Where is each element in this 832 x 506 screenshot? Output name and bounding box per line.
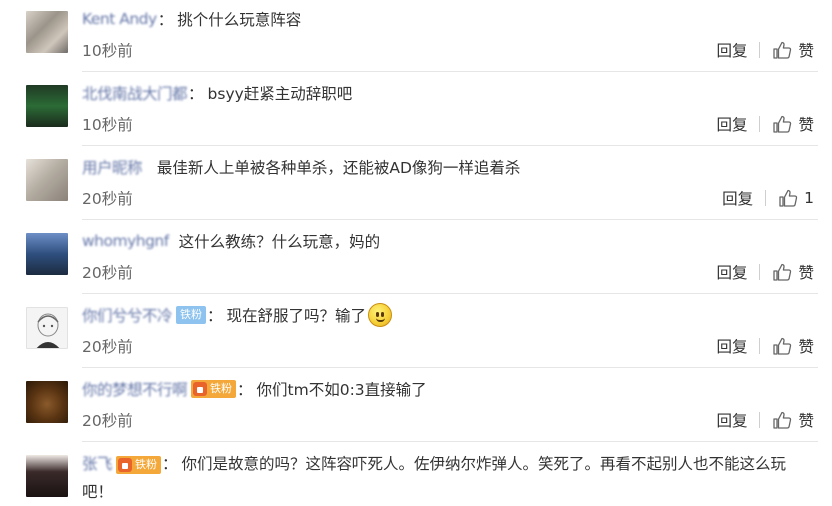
comment-text: 现在舒服了吗？输了 xyxy=(226,307,367,325)
fan-badge[interactable]: 铁粉 xyxy=(116,455,162,474)
reply-button[interactable]: 回复 xyxy=(716,113,747,135)
fan-badge-label: 铁粉 xyxy=(135,457,158,471)
smile-emoji-icon xyxy=(368,303,393,327)
colon: ： xyxy=(207,307,223,325)
fan-badge[interactable]: 铁粉 xyxy=(191,380,237,398)
comment-text: 你们tm不如0:3直接输了 xyxy=(256,381,427,399)
timestamp: 10秒前 xyxy=(82,42,133,60)
fan-level-icon xyxy=(118,457,133,472)
like-button[interactable]: 赞 xyxy=(772,261,814,283)
comment-line: 你们兮兮不冷 铁粉 ： 现在舒服了吗？输了 xyxy=(82,303,393,327)
sketch-girl-icon xyxy=(36,313,60,348)
username-link[interactable]: 你的梦想不行啊 xyxy=(82,378,188,400)
comment-item: 张飞 铁粉 ：你们是故意的吗？这阵容吓死人。佐伊纳尔炸弹人。笑死了。再看不起别人也不… xyxy=(0,442,832,504)
comment-actions: 回复 赞 xyxy=(716,409,814,431)
like-label: 赞 xyxy=(798,42,814,60)
timestamp: 20秒前 xyxy=(82,190,133,208)
avatar[interactable] xyxy=(26,159,68,201)
fan-level-icon xyxy=(193,382,208,396)
like-label: 赞 xyxy=(798,116,814,134)
comment-text: 这什么教练？什么玩意，妈的 xyxy=(178,233,381,251)
comment-actions: 回复 赞 xyxy=(716,261,814,283)
like-button[interactable]: 赞 xyxy=(772,409,814,431)
thumbs-up-icon xyxy=(773,337,792,355)
comment-line: 用户昵称 最佳新人上单被各种单杀，还能被AD像狗一样追着杀 xyxy=(82,155,520,179)
comment-list: Kent Andy ： 挑个什么玩意阵容 10秒前 回复 赞 北伐南战大门都 ：… xyxy=(0,0,832,504)
colon: ： xyxy=(157,11,174,29)
reply-button[interactable]: 回复 xyxy=(716,409,747,431)
comment-item: Kent Andy ： 挑个什么玩意阵容 10秒前 回复 赞 xyxy=(0,0,832,72)
reply-button[interactable]: 回复 xyxy=(722,187,753,209)
comment-actions: 回复 赞 xyxy=(716,113,814,135)
colon: ： xyxy=(162,455,178,473)
thumbs-up-icon xyxy=(773,411,792,429)
comment-actions: 回复 赞 xyxy=(716,39,814,61)
thumbs-up-icon xyxy=(773,115,792,133)
comment-line: Kent Andy ： 挑个什么玩意阵容 xyxy=(82,7,301,31)
reply-button[interactable]: 回复 xyxy=(716,261,747,283)
timestamp: 10秒前 xyxy=(82,116,133,134)
action-divider xyxy=(765,190,767,206)
username-link[interactable]: 北伐南战大门都 xyxy=(82,82,188,104)
timestamp: 20秒前 xyxy=(82,412,133,430)
username-link[interactable]: 用户昵称 xyxy=(82,156,143,178)
action-divider xyxy=(759,264,761,280)
comment-item: 你们兮兮不冷 铁粉 ： 现在舒服了吗？输了 20秒前 回复 赞 xyxy=(0,294,832,368)
comment-item: whomyhgnf 这什么教练？什么玩意，妈的 20秒前 回复 赞 xyxy=(0,220,832,294)
like-label: 赞 xyxy=(798,264,814,282)
timestamp: 20秒前 xyxy=(82,338,133,356)
like-label: 赞 xyxy=(798,412,814,430)
avatar[interactable] xyxy=(26,381,68,423)
comment-text: 挑个什么玩意阵容 xyxy=(177,11,302,29)
like-label: 赞 xyxy=(798,338,814,356)
thumbs-up-icon xyxy=(773,263,792,281)
colon xyxy=(143,158,153,176)
comment-actions: 回复 赞 xyxy=(716,335,814,357)
comment-line: 张飞 铁粉 ：你们是故意的吗？这阵容吓死人。佐伊纳尔炸弹人。笑死了。再看不起别人也不… xyxy=(82,450,812,506)
comment-line: 北伐南战大门都 ： bsyy赶紧主动辞职吧 xyxy=(82,81,352,105)
fan-badge-label: 铁粉 xyxy=(210,382,233,395)
username-link[interactable]: 张飞 xyxy=(82,455,113,473)
avatar[interactable] xyxy=(26,307,68,349)
like-button[interactable]: 赞 xyxy=(772,39,814,61)
avatar[interactable] xyxy=(26,233,68,275)
thumbs-up-icon xyxy=(779,189,798,207)
username-link[interactable]: Kent Andy xyxy=(82,10,157,28)
like-button[interactable]: 赞 xyxy=(772,113,814,135)
like-button[interactable]: 1 xyxy=(778,188,814,208)
action-divider xyxy=(759,412,761,428)
username-link[interactable]: 你们兮兮不冷 xyxy=(82,304,173,326)
comment-line: 你的梦想不行啊 铁粉 ： 你们tm不如0:3直接输了 xyxy=(82,377,427,401)
username-link[interactable]: whomyhgnf xyxy=(82,232,169,250)
action-divider xyxy=(759,42,761,58)
comment-item: 北伐南战大门都 ： bsyy赶紧主动辞职吧 10秒前 回复 赞 xyxy=(0,72,832,146)
colon: ： xyxy=(188,85,204,103)
thumbs-up-icon xyxy=(773,41,792,59)
fan-badge[interactable]: 铁粉 xyxy=(176,306,207,324)
colon xyxy=(170,232,175,250)
comment-actions: 回复 1 xyxy=(722,187,814,209)
comment-item: 你的梦想不行啊 铁粉 ： 你们tm不如0:3直接输了 20秒前 回复 赞 xyxy=(0,368,832,442)
like-count: 1 xyxy=(804,189,814,207)
timestamp: 20秒前 xyxy=(82,264,133,282)
comment-line: whomyhgnf 这什么教练？什么玩意，妈的 xyxy=(82,229,380,253)
comment-text: bsyy赶紧主动辞职吧 xyxy=(207,85,353,103)
reply-button[interactable]: 回复 xyxy=(716,335,747,357)
comment-item: 用户昵称 最佳新人上单被各种单杀，还能被AD像狗一样追着杀 20秒前 回复 1 xyxy=(0,146,832,220)
comment-text: 你们是故意的吗？这阵容吓死人。佐伊纳尔炸弹人。笑死了。再看不起别人也不能这么玩吧… xyxy=(82,455,787,501)
avatar[interactable] xyxy=(26,85,68,127)
action-divider xyxy=(759,338,761,354)
like-button[interactable]: 赞 xyxy=(772,335,814,357)
comment-text: 最佳新人上单被各种单杀，还能被AD像狗一样追着杀 xyxy=(156,159,521,177)
action-divider xyxy=(759,116,761,132)
reply-button[interactable]: 回复 xyxy=(716,39,747,61)
colon: ： xyxy=(237,381,253,399)
avatar[interactable] xyxy=(26,11,68,53)
avatar[interactable] xyxy=(26,455,68,497)
